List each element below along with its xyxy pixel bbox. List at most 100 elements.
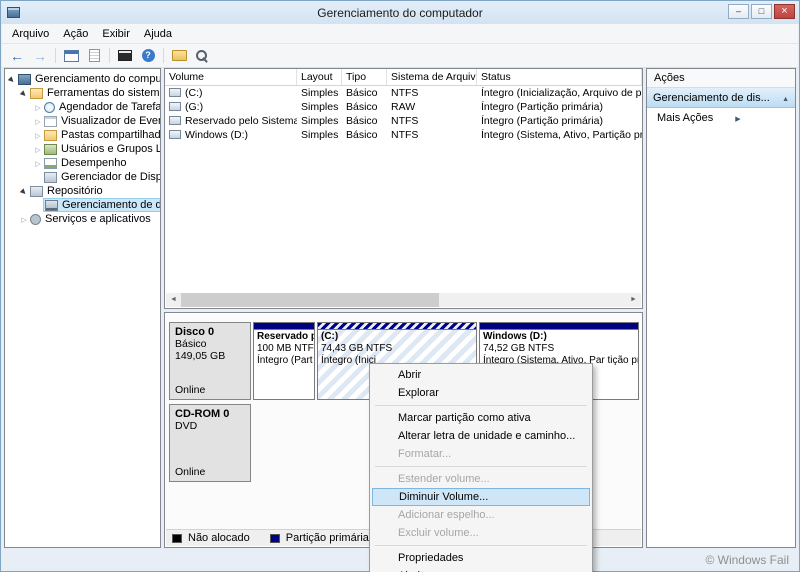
cdrom-row: CD-ROM 0 DVD Online [169,404,251,482]
collapse-arrow-icon[interactable] [33,143,43,155]
more-actions-item[interactable]: Mais Ações [647,108,795,128]
column-header-tipo[interactable]: Tipo [342,69,387,85]
tree-item-services-applications[interactable]: Serviços e aplicativos [5,212,160,226]
tree-item-local-users-groups[interactable]: Usuários e Grupos Locais [5,142,160,156]
toolbar-separator [109,48,110,63]
menu-item-ajuda[interactable]: Ajuda [372,567,590,572]
column-header-status[interactable]: Status [477,69,642,85]
menu-arquivo[interactable]: Arquivo [5,25,56,43]
volume-row[interactable]: Windows (D:) Simples Básico NTFS Íntegro… [165,128,642,142]
volume-layout: Simples [301,115,339,127]
folder-icon[interactable] [169,46,189,66]
tree-item-system-tools[interactable]: Ferramentas do sistema [5,86,160,100]
tree-item-storage[interactable]: Repositório [5,184,160,198]
disk-icon [45,199,58,211]
tree-item-device-manager[interactable]: Gerenciador de Dispositivos [5,170,160,184]
menu-item-diminuir-volume[interactable]: Diminuir Volume... [372,488,590,506]
collapse-arrow-icon[interactable] [33,157,43,169]
computer-management-window: Gerenciamento do computador Arquivo Ação… [0,0,800,572]
collapse-arrow-icon[interactable] [33,129,43,141]
zoom-icon[interactable] [192,46,212,66]
scroll-right-icon[interactable] [626,293,641,307]
legend-label-unallocated: Não alocado [188,532,250,544]
partition-color-bar [318,323,476,330]
volume-row[interactable]: (G:) Simples Básico RAW Íntegro (Partiçã… [165,100,642,114]
volume-name: Windows (D:) [185,129,249,141]
users-icon [44,143,57,155]
menu-item-marcar-particao-ativa[interactable]: Marcar partição como ativa [372,409,590,427]
menu-acao[interactable]: Ação [56,25,95,43]
tree-item-performance[interactable]: Desempenho [5,156,160,170]
help-icon[interactable] [138,46,158,66]
tree-item-label: Serviços e aplicativos [45,213,151,225]
tree-item-computer-management[interactable]: Gerenciamento do computador [5,72,160,86]
actions-section-disk-management[interactable]: Gerenciamento de dis... [647,88,795,108]
console-icon[interactable] [115,46,135,66]
volume-layout: Simples [301,87,339,99]
partition-title: (C:) [321,331,339,342]
volume-fs: NTFS [391,115,419,127]
disk-type: Básico [175,338,207,350]
show-console-tree-icon[interactable] [61,46,81,66]
volume-layout: Simples [301,129,339,141]
device-icon [44,171,57,183]
computer-icon [18,73,31,85]
disk0-label[interactable]: Disco 0 Básico 149,05 GB Online [169,322,251,400]
column-header-layout[interactable]: Layout [297,69,342,85]
tree-item-label: Pastas compartilhadas [61,129,160,141]
primary-partition-swatch [269,533,280,543]
menu-separator [375,466,587,467]
context-menu: Abrir Explorar Marcar partição como ativ… [369,363,593,572]
collapse-arrow-icon[interactable] [19,213,29,225]
menu-bar: Arquivo Ação Exibir Ajuda [2,24,798,44]
volume-status: Íntegro (Inicialização, Arquivo de pagi [481,87,642,99]
disk-name: Disco 0 [175,326,215,338]
partition-status: Íntegro (Part [257,355,313,366]
volume-fs: NTFS [391,129,419,141]
menu-item-propriedades[interactable]: Propriedades [372,549,590,567]
scrollbar-thumb[interactable] [181,293,440,307]
volume-name: Reservado pelo Sistema (F:) [185,115,297,127]
back-icon[interactable] [7,46,27,66]
expand-arrow-icon[interactable] [19,87,29,99]
watermark: © Windows Fail [705,553,789,567]
volume-row[interactable]: Reservado pelo Sistema (F:) Simples Bási… [165,114,642,128]
titlebar[interactable]: Gerenciamento do computador [1,1,799,24]
volume-row[interactable]: (C:) Simples Básico NTFS Íntegro (Inicia… [165,86,642,100]
menu-separator [375,405,587,406]
menu-exibir[interactable]: Exibir [95,25,137,43]
services-gear-icon [30,213,41,225]
window-title: Gerenciamento do computador [317,5,483,20]
column-header-volume[interactable]: Volume [165,69,297,85]
tree-item-disk-management[interactable]: Gerenciamento de disco [5,198,160,212]
collapse-arrow-icon[interactable] [33,101,43,113]
volume-name: (G:) [185,101,204,113]
chevron-right-icon[interactable] [735,112,740,124]
column-header-filesystem[interactable]: Sistema de Arquivos [387,69,477,85]
chevron-up-icon[interactable] [782,92,789,104]
tree-item-task-scheduler[interactable]: Agendador de Tarefas [5,100,160,114]
maximize-button[interactable] [751,4,772,19]
expand-arrow-icon[interactable] [19,185,29,197]
tree-item-event-viewer[interactable]: Visualizador de Eventos [5,114,160,128]
minimize-button[interactable] [728,4,749,19]
cdrom-label[interactable]: CD-ROM 0 DVD Online [169,404,251,482]
menu-item-alterar-letra[interactable]: Alterar letra de unidade e caminho... [372,427,590,445]
tree-item-shared-folders[interactable]: Pastas compartilhadas [5,128,160,142]
menu-item-abrir[interactable]: Abrir [372,366,590,384]
horizontal-scrollbar[interactable] [166,293,641,307]
expand-arrow-icon[interactable] [7,73,17,85]
export-list-icon[interactable] [84,46,104,66]
partition-reservado[interactable]: Reservado p 100 MB NTFS Íntegro (Part [253,322,315,400]
close-button[interactable] [774,4,795,19]
menu-ajuda[interactable]: Ajuda [137,25,179,43]
tree-item-label: Ferramentas do sistema [47,87,160,99]
volume-type: Básico [346,87,378,99]
forward-icon[interactable] [30,46,50,66]
menu-item-explorar[interactable]: Explorar [372,384,590,402]
collapse-arrow-icon[interactable] [33,115,43,127]
scrollbar-track[interactable] [181,293,626,307]
tree-item-label: Agendador de Tarefas [59,101,160,113]
tree-item-label: Gerenciador de Dispositivos [61,171,160,183]
scroll-left-icon[interactable] [166,293,181,307]
